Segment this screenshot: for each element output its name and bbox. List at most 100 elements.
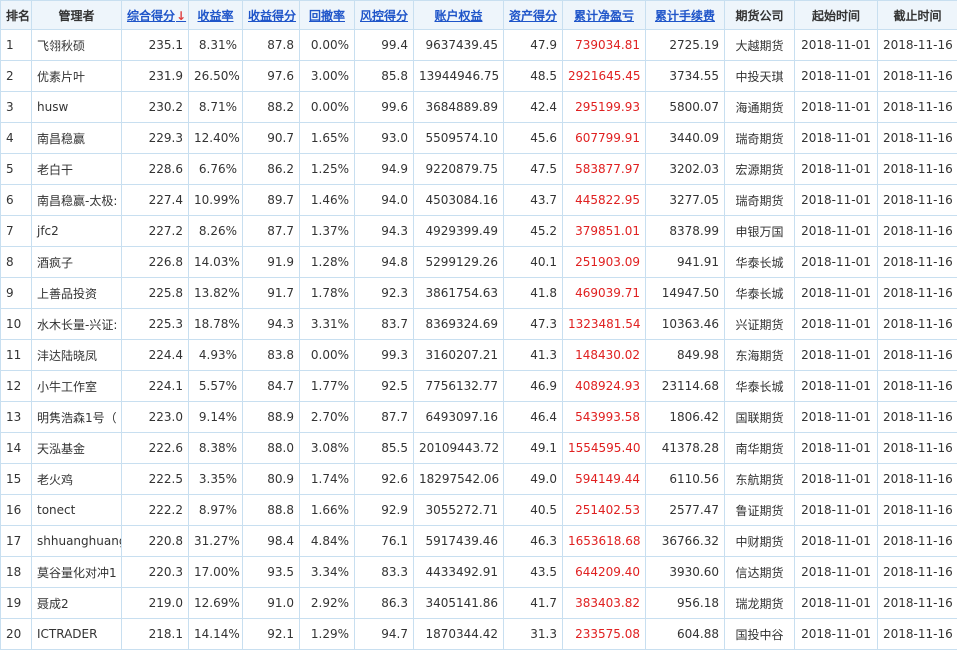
header-return-rate[interactable]: 收益率 <box>189 1 243 30</box>
cell-composite-score: 219.0 <box>122 588 189 619</box>
cell-end: 2018-11-16 <box>878 433 957 464</box>
cell-rank: 18 <box>1 557 32 588</box>
cell-composite-score: 222.5 <box>122 464 189 495</box>
cell-return-score: 97.6 <box>243 61 300 92</box>
cell-risk-score: 83.7 <box>355 309 414 340</box>
header-end: 截止时间 <box>878 1 957 30</box>
sort-down-arrow-icon: ↓ <box>176 9 186 23</box>
table-row: 6南昌稳赢-太极:227.410.99%89.71.46%94.04503084… <box>1 185 957 216</box>
cell-composite-score: 228.6 <box>122 154 189 185</box>
header-equity[interactable]: 账户权益 <box>414 1 504 30</box>
cell-rank: 10 <box>1 309 32 340</box>
cell-rank: 7 <box>1 216 32 247</box>
cell-return-rate: 8.31% <box>189 30 243 61</box>
cell-asset-score: 40.1 <box>504 247 563 278</box>
cell-asset-score: 49.1 <box>504 433 563 464</box>
cell-cum-pnl: 251903.09 <box>563 247 646 278</box>
cell-asset-score: 41.3 <box>504 340 563 371</box>
table-row: 17shhuanghuang220.831.27%98.44.84%76.159… <box>1 526 957 557</box>
cell-equity: 4929399.49 <box>414 216 504 247</box>
cell-company: 东海期货 <box>725 340 795 371</box>
header-asset-score[interactable]: 资产得分 <box>504 1 563 30</box>
header-composite-score-label: 综合得分 <box>127 9 175 23</box>
cell-return-score: 94.3 <box>243 309 300 340</box>
cell-return-score: 89.7 <box>243 185 300 216</box>
cell-cum-pnl: 148430.02 <box>563 340 646 371</box>
cell-start: 2018-11-01 <box>795 371 878 402</box>
cell-cum-pnl: 379851.01 <box>563 216 646 247</box>
cell-company: 瑞奇期货 <box>725 123 795 154</box>
cell-equity: 6493097.16 <box>414 402 504 433</box>
header-drawdown[interactable]: 回撤率 <box>300 1 355 30</box>
cell-cum-fee: 3277.05 <box>646 185 725 216</box>
cell-asset-score: 43.7 <box>504 185 563 216</box>
cell-cum-pnl: 644209.40 <box>563 557 646 588</box>
cell-rank: 17 <box>1 526 32 557</box>
cell-drawdown: 1.66% <box>300 495 355 526</box>
cell-manager: tonect <box>32 495 122 526</box>
cell-company: 瑞龙期货 <box>725 588 795 619</box>
cell-risk-score: 76.1 <box>355 526 414 557</box>
cell-composite-score: 220.8 <box>122 526 189 557</box>
header-composite-score[interactable]: 综合得分↓ <box>122 1 189 30</box>
cell-composite-score: 231.9 <box>122 61 189 92</box>
table-row: 10水木长量-兴证:225.318.78%94.33.31%83.7836932… <box>1 309 957 340</box>
cell-return-rate: 13.82% <box>189 278 243 309</box>
cell-risk-score: 99.3 <box>355 340 414 371</box>
cell-equity: 9220879.75 <box>414 154 504 185</box>
cell-cum-pnl: 408924.93 <box>563 371 646 402</box>
cell-cum-pnl: 2921645.45 <box>563 61 646 92</box>
cell-return-rate: 26.50% <box>189 61 243 92</box>
header-cum-fee[interactable]: 累计手续费 <box>646 1 725 30</box>
cell-return-score: 88.8 <box>243 495 300 526</box>
cell-rank: 1 <box>1 30 32 61</box>
cell-end: 2018-11-16 <box>878 495 957 526</box>
header-risk-score[interactable]: 风控得分 <box>355 1 414 30</box>
cell-rank: 12 <box>1 371 32 402</box>
cell-company: 中财期货 <box>725 526 795 557</box>
cell-drawdown: 1.25% <box>300 154 355 185</box>
cell-company: 瑞奇期货 <box>725 185 795 216</box>
cell-end: 2018-11-16 <box>878 371 957 402</box>
cell-return-score: 98.4 <box>243 526 300 557</box>
cell-cum-pnl: 445822.95 <box>563 185 646 216</box>
cell-rank: 15 <box>1 464 32 495</box>
header-cum-pnl[interactable]: 累计净盈亏 <box>563 1 646 30</box>
cell-drawdown: 1.46% <box>300 185 355 216</box>
cell-end: 2018-11-16 <box>878 557 957 588</box>
cell-equity: 8369324.69 <box>414 309 504 340</box>
cell-risk-score: 87.7 <box>355 402 414 433</box>
cell-rank: 19 <box>1 588 32 619</box>
cell-return-score: 87.7 <box>243 216 300 247</box>
cell-cum-pnl: 469039.71 <box>563 278 646 309</box>
cell-company: 兴证期货 <box>725 309 795 340</box>
cell-cum-pnl: 607799.91 <box>563 123 646 154</box>
cell-cum-fee: 3930.60 <box>646 557 725 588</box>
cell-risk-score: 85.5 <box>355 433 414 464</box>
cell-start: 2018-11-01 <box>795 30 878 61</box>
cell-composite-score: 226.8 <box>122 247 189 278</box>
cell-end: 2018-11-16 <box>878 61 957 92</box>
cell-end: 2018-11-16 <box>878 464 957 495</box>
cell-drawdown: 2.92% <box>300 588 355 619</box>
cell-asset-score: 41.7 <box>504 588 563 619</box>
cell-end: 2018-11-16 <box>878 247 957 278</box>
table-row: 1飞翎秋硕235.18.31%87.80.00%99.49637439.4547… <box>1 30 957 61</box>
cell-start: 2018-11-01 <box>795 154 878 185</box>
cell-start: 2018-11-01 <box>795 433 878 464</box>
cell-equity: 4433492.91 <box>414 557 504 588</box>
cell-start: 2018-11-01 <box>795 495 878 526</box>
cell-equity: 9637439.45 <box>414 30 504 61</box>
cell-composite-score: 225.3 <box>122 309 189 340</box>
cell-cum-pnl: 594149.44 <box>563 464 646 495</box>
header-start: 起始时间 <box>795 1 878 30</box>
cell-composite-score: 220.3 <box>122 557 189 588</box>
cell-risk-score: 99.6 <box>355 92 414 123</box>
header-return-score[interactable]: 收益得分 <box>243 1 300 30</box>
cell-start: 2018-11-01 <box>795 216 878 247</box>
cell-cum-fee: 3734.55 <box>646 61 725 92</box>
cell-composite-score: 224.4 <box>122 340 189 371</box>
cell-asset-score: 47.3 <box>504 309 563 340</box>
cell-equity: 3160207.21 <box>414 340 504 371</box>
cell-cum-fee: 2725.19 <box>646 30 725 61</box>
